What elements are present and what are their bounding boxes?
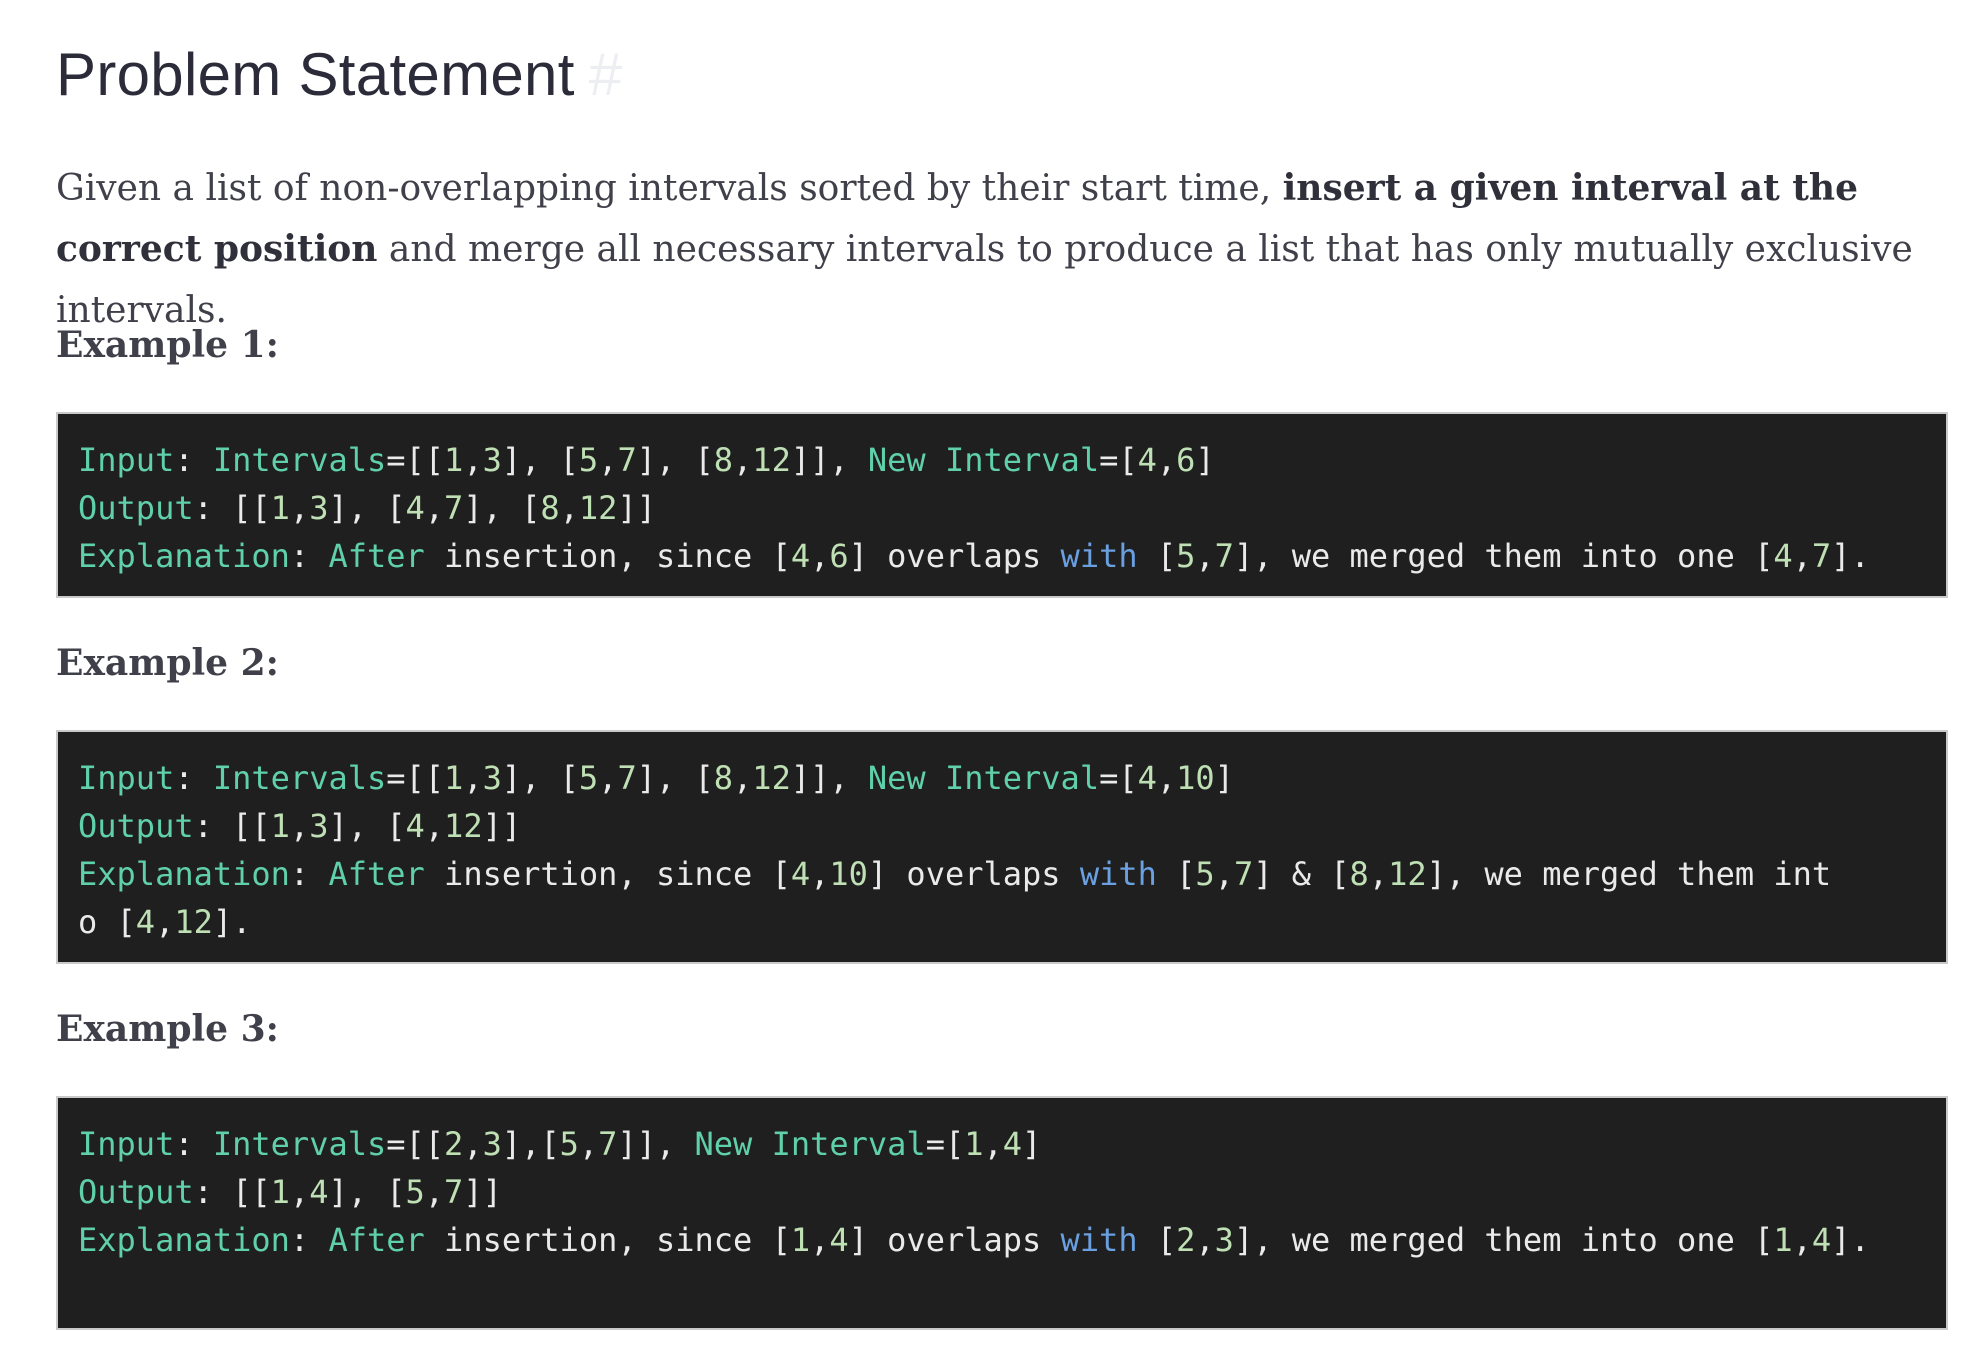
example-2-heading: Example 2:: [56, 642, 279, 684]
code-line: Input: Intervals=[[1,3], [5,7], [8,12]],…: [78, 441, 1215, 479]
page-title: Problem Statement #: [56, 40, 1948, 110]
code-line: Input: Intervals=[[1,3], [5,7], [8,12]],…: [78, 759, 1234, 797]
example-2-code-block: Input: Intervals=[[1,3], [5,7], [8,12]],…: [56, 730, 1948, 964]
problem-description: Given a list of non-overlapping interval…: [56, 158, 1936, 341]
anchor-link-icon[interactable]: #: [589, 41, 623, 108]
example-3-code-block: Input: Intervals=[[2,3],[5,7]], New Inte…: [56, 1096, 1948, 1330]
code-line: Output: [[1,3], [4,12]]: [78, 807, 522, 845]
code-line: Explanation: After insertion, since [1,4…: [78, 1221, 1870, 1259]
page-title-text: Problem Statement: [56, 41, 575, 108]
code-line: Explanation: After insertion, since [4,1…: [78, 855, 1832, 893]
code-line: Output: [[1,3], [4,7], [8,12]]: [78, 489, 656, 527]
article: Problem Statement # Given a list of non-o…: [56, 0, 1948, 1330]
code-line: Input: Intervals=[[2,3],[5,7]], New Inte…: [78, 1125, 1042, 1163]
example-1-heading: Example 1:: [56, 324, 279, 366]
code-line: Output: [[1,4], [5,7]]: [78, 1173, 502, 1211]
description-lead: Given a list of non-overlapping interval…: [56, 168, 1283, 209]
example-3-heading: Example 3:: [56, 1008, 279, 1050]
example-1-code-block: Input: Intervals=[[1,3], [5,7], [8,12]],…: [56, 412, 1948, 598]
code-line: o [4,12].: [78, 903, 252, 941]
code-line: Explanation: After insertion, since [4,6…: [78, 537, 1870, 575]
